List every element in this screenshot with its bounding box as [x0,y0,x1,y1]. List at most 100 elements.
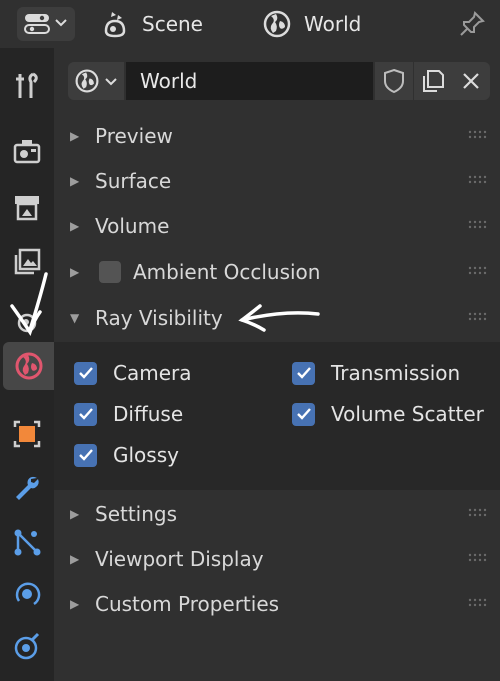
collapsed-arrow-icon: ▶ [70,597,80,611]
drag-handle-icon[interactable] [468,266,488,276]
chevron-down-icon [55,19,67,27]
breadcrumb-scene: Scene [100,6,203,42]
world-properties-panel: World ▶ Preview ▶ Surface ▶ Volume ▶ Amb… [54,48,500,681]
scene-icon [100,9,130,39]
collapsed-arrow-icon: ▶ [70,174,80,188]
shield-icon [384,68,404,94]
close-icon [463,73,479,89]
section-ambient-occlusion[interactable]: ▶ Ambient Occlusion [54,250,500,294]
tab-output[interactable] [3,184,51,232]
collapsed-arrow-icon: ▶ [70,265,80,279]
object-icon [13,420,41,448]
checkbox-checked[interactable] [292,402,315,426]
expanded-arrow-icon: ▼ [70,311,80,325]
view-layer-icon [14,248,41,275]
section-volume[interactable]: ▶ Volume [54,204,500,248]
checkbox-label: Camera [113,361,192,385]
particles-icon [14,529,41,556]
checkbox-camera[interactable]: Camera [74,358,192,388]
section-viewport-display[interactable]: ▶ Viewport Display [54,537,500,581]
world-icon [15,352,42,380]
tab-view-layer[interactable] [3,238,51,286]
drag-handle-icon[interactable] [468,598,488,608]
section-title: Ray Visibility [95,306,223,330]
section-title: Volume [95,214,170,238]
checkbox-diffuse[interactable]: Diffuse [74,399,183,429]
section-preview[interactable]: ▶ Preview [54,114,500,158]
world-name-field[interactable]: World [126,62,373,100]
tab-world[interactable] [3,342,54,390]
drag-handle-icon[interactable] [468,508,488,518]
drag-handle-icon[interactable] [468,312,488,322]
render-icon [13,140,41,164]
section-ray-visibility[interactable]: ▼ Ray Visibility [54,296,500,340]
duplicate-world-button[interactable] [414,62,452,100]
checkmark-icon [78,449,93,461]
section-surface[interactable]: ▶ Surface [54,159,500,203]
tab-object[interactable] [3,410,51,458]
tab-physics[interactable] [3,570,51,618]
checkmark-icon [296,408,311,420]
checkbox-checked[interactable] [74,361,97,385]
tab-tool[interactable] [3,62,51,110]
section-title: Ambient Occlusion [133,260,321,284]
unlink-world-button[interactable] [452,62,490,100]
duplicate-icon [423,70,444,92]
tab-constraints[interactable] [3,622,51,670]
section-settings[interactable]: ▶ Settings [54,492,500,536]
collapsed-arrow-icon: ▶ [70,129,80,143]
checkbox-transmission[interactable]: Transmission [292,358,460,388]
world-icon [75,69,99,93]
section-custom-properties[interactable]: ▶ Custom Properties [54,582,500,626]
checkbox-label: Transmission [331,361,461,385]
breadcrumb-world: World [262,6,361,42]
tab-scene[interactable] [3,294,51,342]
checkmark-icon [78,367,93,379]
section-title: Settings [95,502,178,526]
pin-icon[interactable] [458,10,486,42]
checkbox-label: Glossy [113,443,179,467]
checkbox-label: Diffuse [113,402,184,426]
properties-header: Scene World [0,0,500,48]
checkbox-label: Volume Scatter [331,402,484,426]
physics-icon [15,582,41,606]
constraints-icon [14,632,40,660]
collapsed-arrow-icon: ▶ [70,507,80,521]
tab-render[interactable] [3,128,51,176]
section-title: Preview [95,124,173,148]
world-datablock-selector: World [68,62,490,100]
checkbox-checked[interactable] [74,443,97,467]
drag-handle-icon[interactable] [468,130,488,140]
chevron-down-icon [105,78,117,86]
drag-handle-icon[interactable] [468,175,488,185]
tool-icon [16,72,38,98]
browse-world-button[interactable] [68,62,124,100]
editor-type-dropdown[interactable] [17,7,75,41]
checkbox-checked[interactable] [74,402,97,426]
properties-tabs [0,48,54,681]
ambient-occlusion-checkbox[interactable] [99,261,121,283]
checkbox-volume-scatter[interactable]: Volume Scatter [292,399,484,429]
output-icon [15,196,39,221]
world-icon [262,9,292,39]
scene-label: Scene [142,12,203,36]
checkbox-glossy[interactable]: Glossy [74,440,179,470]
ray-visibility-body: Camera Transmission Diffuse Volume Scatt… [54,342,500,490]
checkbox-checked[interactable] [292,361,315,385]
section-title: Custom Properties [95,592,280,616]
wrench-icon [16,476,39,500]
checkmark-icon [296,367,311,379]
scene-icon [17,313,37,333]
editor-type-icon [24,14,50,34]
drag-handle-icon[interactable] [468,220,488,230]
collapsed-arrow-icon: ▶ [70,219,80,233]
collapsed-arrow-icon: ▶ [70,552,80,566]
checkmark-icon [78,408,93,420]
fake-user-button[interactable] [375,62,413,100]
tab-particles[interactable] [3,518,51,566]
section-title: Viewport Display [95,547,264,571]
drag-handle-icon[interactable] [468,553,488,563]
tab-modifiers[interactable] [3,464,51,512]
section-title: Surface [95,169,172,193]
world-label: World [304,12,362,36]
